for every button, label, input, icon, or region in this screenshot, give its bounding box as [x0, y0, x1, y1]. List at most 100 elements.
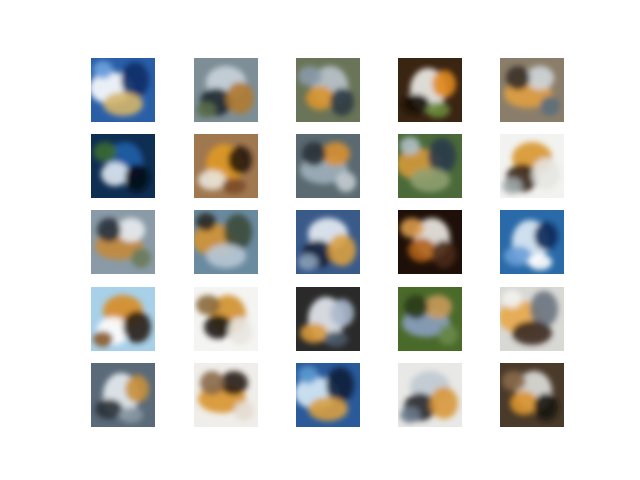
sample-image [500, 58, 564, 122]
sample-blob [131, 248, 151, 268]
sample-blob [123, 311, 151, 343]
sample-image-tile [500, 210, 564, 274]
sample-image-tile [194, 210, 258, 274]
sample-image [91, 287, 155, 351]
sample-image-tile [91, 58, 155, 122]
sample-image [91, 134, 155, 198]
sample-blob [119, 407, 143, 423]
sample-blob [125, 375, 149, 403]
sample-image [398, 134, 462, 198]
sample-blob [125, 164, 149, 192]
sample-blob [400, 218, 424, 238]
sample-blob [93, 61, 113, 79]
sample-image [194, 58, 258, 122]
sample-image-tile [194, 287, 258, 351]
sample-blob [196, 102, 216, 118]
sample-image [296, 134, 360, 198]
sample-image [398, 363, 462, 427]
sample-blob [206, 244, 246, 268]
sample-image [194, 134, 258, 198]
sample-blob [298, 366, 318, 384]
sample-image-tile [500, 58, 564, 122]
sample-blob [228, 146, 252, 174]
sample-blob [93, 142, 117, 162]
sample-image-tile [91, 134, 155, 198]
sample-blob [330, 88, 354, 116]
sample-blob [300, 323, 328, 343]
sample-blob [196, 295, 220, 315]
sample-blob [101, 162, 129, 186]
sample-image [398, 210, 462, 274]
sample-blob [198, 170, 226, 190]
sample-blob [426, 102, 450, 118]
sample-blob [328, 234, 356, 266]
sample-image [500, 134, 564, 198]
sample-image-tile [194, 134, 258, 198]
sample-blob [324, 331, 348, 347]
sample-image [194, 287, 258, 351]
sample-blob [306, 86, 334, 110]
sample-blob [504, 246, 532, 266]
sample-blob [302, 142, 326, 166]
sample-blob [502, 290, 522, 308]
sample-blob [432, 240, 456, 268]
sample-blob [532, 158, 560, 190]
sample-blob [298, 66, 322, 86]
sample-image [91, 363, 155, 427]
sample-blob [234, 401, 254, 421]
sample-blob [540, 96, 560, 116]
sample-blob [432, 70, 456, 98]
sample-blob [528, 254, 552, 270]
sample-blob [196, 213, 216, 231]
sample-image [296, 210, 360, 274]
sample-image-tile [296, 58, 360, 122]
sample-image [194, 363, 258, 427]
sample-image [500, 363, 564, 427]
sample-image-tile [398, 58, 462, 122]
sample-image-tile [296, 210, 360, 274]
sample-grid-figure [0, 0, 640, 480]
sample-blob [226, 82, 254, 114]
sample-blob [400, 407, 420, 423]
sample-blob [526, 66, 554, 90]
sample-blob [93, 331, 113, 347]
sample-image [91, 210, 155, 274]
sample-image [398, 58, 462, 122]
sample-image [91, 58, 155, 122]
sample-image [296, 58, 360, 122]
sample-image-tile [500, 287, 564, 351]
sample-image-tile [398, 134, 462, 198]
sample-blob [402, 94, 430, 114]
sample-image-tile [500, 363, 564, 427]
sample-image-tile [296, 287, 360, 351]
sample-blob [220, 371, 248, 395]
sample-blob [506, 66, 530, 90]
sample-image [398, 287, 462, 351]
sample-blob [534, 393, 558, 421]
sample-blob [336, 172, 356, 192]
sample-image-tile [398, 363, 462, 427]
sample-image [500, 287, 564, 351]
sample-blob [502, 371, 526, 391]
sample-image-tile [398, 287, 462, 351]
sample-blob [400, 137, 420, 155]
sample-image-tile [296, 134, 360, 198]
sample-blob [510, 391, 538, 415]
sample-blob [200, 371, 224, 395]
sample-image-tile [194, 58, 258, 122]
sample-image-tile [91, 210, 155, 274]
sample-blob [502, 178, 522, 194]
sample-blob [404, 295, 428, 319]
sample-blob [204, 315, 232, 339]
sample-image-tile [91, 287, 155, 351]
sample-image [194, 210, 258, 274]
sample-blob [330, 299, 354, 327]
sample-blob [308, 397, 348, 421]
sample-blob [410, 168, 450, 192]
sample-image-tile [500, 134, 564, 198]
sample-blob [103, 92, 143, 116]
sample-image [296, 363, 360, 427]
sample-image-tile [91, 363, 155, 427]
sample-blob [228, 317, 252, 345]
sample-image [296, 287, 360, 351]
